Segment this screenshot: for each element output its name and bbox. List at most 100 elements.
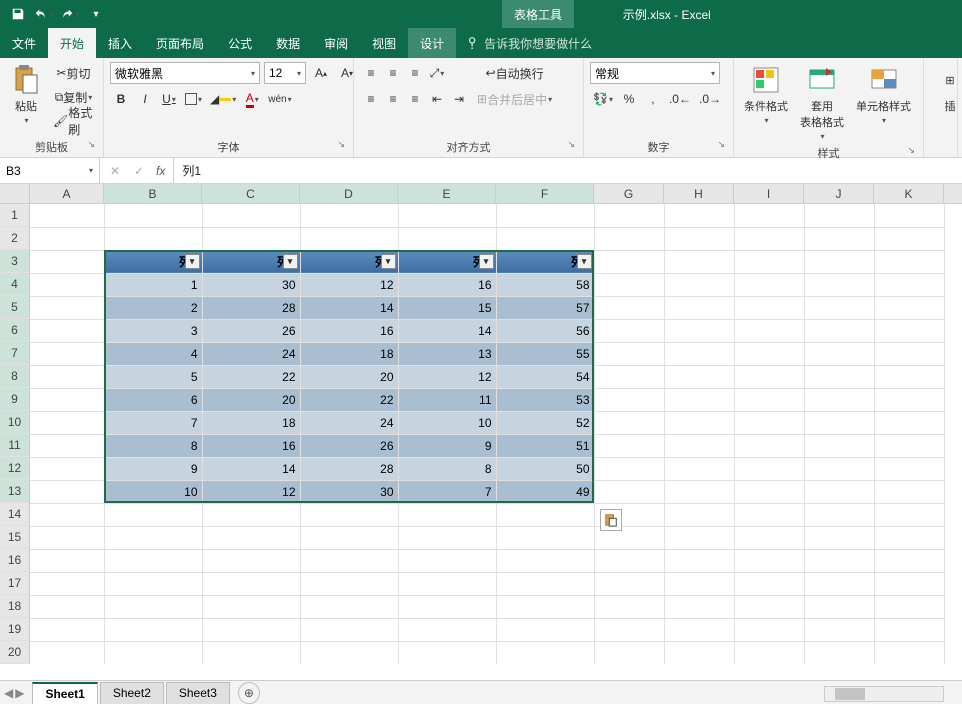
percent-button[interactable]: % — [618, 88, 640, 110]
cell-J9[interactable] — [804, 388, 874, 411]
cell-K11[interactable] — [874, 434, 944, 457]
cell-D18[interactable] — [300, 595, 398, 618]
filter-button[interactable] — [577, 254, 592, 269]
row-header-15[interactable]: 15 — [0, 526, 30, 549]
cell-H4[interactable] — [664, 273, 734, 296]
align-right[interactable]: ≡ — [404, 88, 426, 110]
row-header-16[interactable]: 16 — [0, 549, 30, 572]
cell-F7[interactable]: 55 — [496, 342, 594, 365]
cell-D16[interactable] — [300, 549, 398, 572]
cell-I16[interactable] — [734, 549, 804, 572]
inc-decimal[interactable]: .0← — [666, 88, 694, 110]
cell-E18[interactable] — [398, 595, 496, 618]
table-format-button[interactable]: 套用 表格格式▾ — [796, 62, 848, 143]
cell-K14[interactable] — [874, 503, 944, 526]
cell-C20[interactable] — [202, 641, 300, 664]
cell-F5[interactable]: 57 — [496, 296, 594, 319]
tab-file[interactable]: 文件 — [0, 28, 48, 58]
cell-D7[interactable]: 18 — [300, 342, 398, 365]
cell-A16[interactable] — [30, 549, 104, 572]
cell-K7[interactable] — [874, 342, 944, 365]
cell-B17[interactable] — [104, 572, 202, 595]
col-header-F[interactable]: F — [496, 184, 594, 203]
cell-H9[interactable] — [664, 388, 734, 411]
cell-G11[interactable] — [594, 434, 664, 457]
horizontal-scrollbar[interactable] — [824, 686, 944, 702]
cell-K12[interactable] — [874, 457, 944, 480]
cell-D6[interactable]: 16 — [300, 319, 398, 342]
cell-A17[interactable] — [30, 572, 104, 595]
cell-J14[interactable] — [804, 503, 874, 526]
cell-I10[interactable] — [734, 411, 804, 434]
cell-K10[interactable] — [874, 411, 944, 434]
cell-J5[interactable] — [804, 296, 874, 319]
cell-C8[interactable]: 22 — [202, 365, 300, 388]
cell-A13[interactable] — [30, 480, 104, 503]
cell-E15[interactable] — [398, 526, 496, 549]
row-header-20[interactable]: 20 — [0, 641, 30, 664]
cell-D13[interactable]: 30 — [300, 480, 398, 503]
tab-home[interactable]: 开始 — [48, 28, 96, 58]
cell-F19[interactable] — [496, 618, 594, 641]
cell-I13[interactable] — [734, 480, 804, 503]
col-header-D[interactable]: D — [300, 184, 398, 203]
format-painter-button[interactable]: 🖌格式刷 — [50, 110, 97, 132]
row-header-4[interactable]: 4 — [0, 273, 30, 296]
cell-F14[interactable] — [496, 503, 594, 526]
font-size-select[interactable]: 12▾ — [264, 62, 306, 84]
cell-G20[interactable] — [594, 641, 664, 664]
cell-J10[interactable] — [804, 411, 874, 434]
row-header-18[interactable]: 18 — [0, 595, 30, 618]
cell-G16[interactable] — [594, 549, 664, 572]
tab-formulas[interactable]: 公式 — [216, 28, 264, 58]
comma-button[interactable]: , — [642, 88, 664, 110]
filter-button[interactable] — [479, 254, 494, 269]
col-header-G[interactable]: G — [594, 184, 664, 203]
add-sheet-button[interactable]: ⊕ — [238, 682, 260, 704]
undo-button[interactable]: ▾ — [32, 2, 56, 26]
col-header-A[interactable]: A — [30, 184, 104, 203]
cell-I18[interactable] — [734, 595, 804, 618]
cell-E10[interactable]: 10 — [398, 411, 496, 434]
cell-J1[interactable] — [804, 204, 874, 227]
cell-C1[interactable] — [202, 204, 300, 227]
cell-K15[interactable] — [874, 526, 944, 549]
cell-G10[interactable] — [594, 411, 664, 434]
cut-button[interactable]: ✂剪切 — [50, 62, 97, 84]
tab-design[interactable]: 设计 — [408, 28, 456, 58]
cell-F18[interactable] — [496, 595, 594, 618]
cell-F3[interactable]: 列5 — [496, 250, 594, 273]
row-header-10[interactable]: 10 — [0, 411, 30, 434]
cell-B5[interactable]: 2 — [104, 296, 202, 319]
cell-A15[interactable] — [30, 526, 104, 549]
cell-J16[interactable] — [804, 549, 874, 572]
wrap-text-button[interactable]: ↩自动换行 — [474, 62, 555, 84]
cell-C6[interactable]: 26 — [202, 319, 300, 342]
cell-K3[interactable] — [874, 250, 944, 273]
cell-D10[interactable]: 24 — [300, 411, 398, 434]
cell-B2[interactable] — [104, 227, 202, 250]
cell-I11[interactable] — [734, 434, 804, 457]
cell-F11[interactable]: 51 — [496, 434, 594, 457]
cell-A14[interactable] — [30, 503, 104, 526]
italic-button[interactable]: I — [134, 88, 156, 110]
cell-A5[interactable] — [30, 296, 104, 319]
cell-B6[interactable]: 3 — [104, 319, 202, 342]
cell-B10[interactable]: 7 — [104, 411, 202, 434]
cell-B8[interactable]: 5 — [104, 365, 202, 388]
bold-button[interactable]: B — [110, 88, 132, 110]
cell-F4[interactable]: 58 — [496, 273, 594, 296]
cell-B19[interactable] — [104, 618, 202, 641]
col-header-H[interactable]: H — [664, 184, 734, 203]
cell-G8[interactable] — [594, 365, 664, 388]
cell-J12[interactable] — [804, 457, 874, 480]
align-bottom[interactable]: ≡ — [404, 62, 426, 84]
cell-F1[interactable] — [496, 204, 594, 227]
cell-E12[interactable]: 8 — [398, 457, 496, 480]
cell-I12[interactable] — [734, 457, 804, 480]
sheet-tab-Sheet3[interactable]: Sheet3 — [166, 682, 230, 704]
cell-I5[interactable] — [734, 296, 804, 319]
cell-H18[interactable] — [664, 595, 734, 618]
cell-J19[interactable] — [804, 618, 874, 641]
cell-D2[interactable] — [300, 227, 398, 250]
